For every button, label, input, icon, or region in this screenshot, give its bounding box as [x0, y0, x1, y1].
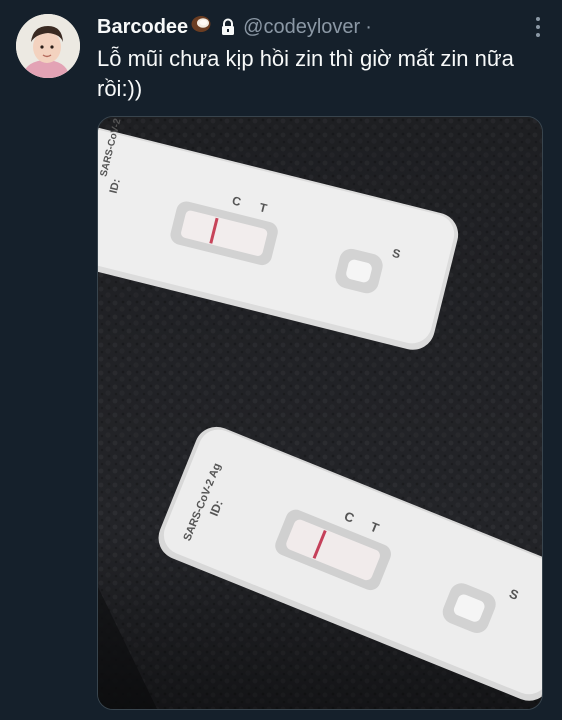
tweet[interactable]: Barcodee @codeylover · Lỗ mũi chưa kịp h…	[0, 0, 562, 720]
tweet-text: Lỗ mũi chưa kịp hồi zin thì giờ mất zin …	[97, 46, 514, 101]
user-handle[interactable]: @codeylover	[243, 16, 360, 39]
tweet-photo[interactable]: ID: SARS-CoV-2 Ag C T S ID: SARS-CoV-2 A…	[97, 116, 543, 710]
avatar-image	[16, 14, 80, 78]
separator-dot: ·	[365, 15, 372, 38]
display-name[interactable]: Barcodee	[97, 16, 188, 39]
lock-icon	[220, 18, 236, 36]
tweet-header: Barcodee @codeylover ·	[97, 12, 532, 42]
avatar[interactable]	[16, 14, 80, 78]
more-options-icon[interactable]	[528, 14, 548, 40]
photo-content: ID: SARS-CoV-2 Ag C T S ID: SARS-CoV-2 A…	[98, 117, 542, 709]
coconut-emoji-icon	[190, 14, 212, 40]
